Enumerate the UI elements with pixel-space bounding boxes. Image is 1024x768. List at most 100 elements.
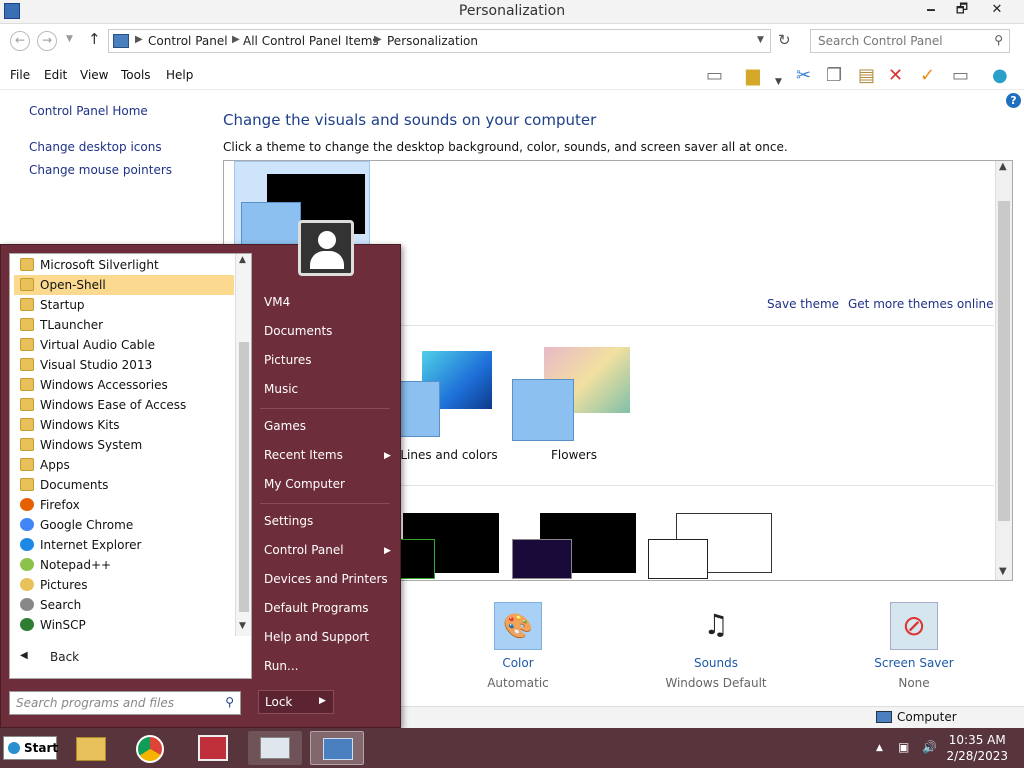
start-user-folder[interactable]: VM4 [264,295,290,309]
checkmark-icon[interactable]: ✓ [920,66,935,86]
media-taskbar-icon[interactable] [186,731,240,765]
help-icon[interactable]: ? [1006,93,1021,108]
start-default-programs[interactable]: Default Programs [264,601,369,615]
up-arrow-icon[interactable]: ↑ [88,30,101,48]
program-item[interactable]: Microsoft Silverlight [14,255,234,275]
recent-pages-icon[interactable]: ▼ [66,34,73,44]
menu-file[interactable]: File [10,68,30,82]
close-button[interactable]: ✕ [980,0,1014,22]
theme-high-contrast-white[interactable] [648,513,778,580]
program-item[interactable]: Windows Kits [14,415,234,435]
sounds-settings-icon[interactable]: ♫ [692,602,740,650]
theme-flowers[interactable] [512,347,642,443]
sounds-settings-link[interactable]: Sounds [676,656,756,670]
program-item[interactable]: Windows Ease of Access [14,395,234,415]
change-mouse-pointers-link[interactable]: Change mouse pointers [29,163,172,177]
delete-icon[interactable]: ✕ [888,66,903,86]
scroll-thumb[interactable] [998,201,1010,521]
menu-tools[interactable]: Tools [121,68,151,82]
volume-icon[interactable]: 🔊 [922,740,937,754]
start-button[interactable]: Start [3,736,58,760]
start-music[interactable]: Music [264,382,298,396]
programs-scrollbar[interactable]: ▲ ▼ [235,254,251,636]
program-item[interactable]: Internet Explorer [14,535,234,555]
program-item[interactable]: Pictures [14,575,234,595]
clock[interactable]: 10:35 AM 2/28/2023 [946,732,1008,764]
scroll-down-icon[interactable]: ▼ [239,621,246,631]
show-hidden-icons[interactable]: ▲ [876,743,883,753]
minimize-button[interactable]: 🗕 [914,0,948,22]
program-item[interactable]: WinSCP [14,615,234,635]
scroll-up-icon[interactable]: ▲ [239,255,246,265]
address-bar[interactable]: ▶ Control Panel ▶ All Control Panel Item… [108,29,771,53]
menu-help[interactable]: Help [166,68,193,82]
scroll-thumb[interactable] [239,342,249,612]
color-settings-icon[interactable]: 🎨 [494,602,542,650]
network-icon[interactable]: ▣ [898,740,909,754]
program-item[interactable]: Documents [14,475,234,495]
program-item[interactable]: TLauncher [14,315,234,335]
file-explorer-taskbar-icon[interactable] [64,731,118,765]
start-documents[interactable]: Documents [264,324,332,338]
start-control-panel[interactable]: Control Panel [264,543,344,557]
menu-view[interactable]: View [80,68,108,82]
program-item[interactable]: Search [14,595,234,615]
chrome-taskbar-icon[interactable] [124,731,178,765]
start-games[interactable]: Games [264,419,306,433]
chevron-down-icon[interactable]: ▼ [775,72,782,92]
properties-icon[interactable]: ▭ [952,66,969,86]
theme-high-contrast-2[interactable] [512,513,642,580]
paste-icon[interactable]: ▤ [858,66,875,86]
preview-pane-icon[interactable]: ▭ [706,66,723,86]
start-run[interactable]: Run... [264,659,298,673]
program-item[interactable]: Google Chrome [14,515,234,535]
program-item[interactable]: Notepad++ [14,555,234,575]
copy-icon[interactable]: ❐ [826,66,842,86]
start-my-computer[interactable]: My Computer [264,477,345,491]
screen-saver-icon[interactable]: ⊘ [890,602,938,650]
start-pictures[interactable]: Pictures [264,353,312,367]
breadcrumb-all-items[interactable]: All Control Panel Items [243,34,379,48]
globe-icon[interactable]: ● [992,66,1008,86]
program-item[interactable]: Windows Accessories [14,375,234,395]
theme-high-contrast-1[interactable] [399,513,499,580]
search-programs-input[interactable]: Search programs and files ⚲ [9,691,241,715]
start-devices-printers[interactable]: Devices and Printers [264,572,388,586]
program-item[interactable]: Startup [14,295,234,315]
program-item[interactable]: Open-Shell [14,275,234,295]
cut-icon[interactable]: ✂ [796,66,811,86]
chevron-down-icon[interactable]: ▼ [757,35,764,45]
task-manager-taskbar-icon[interactable] [248,731,302,765]
screen-saver-link[interactable]: Screen Saver [864,656,964,670]
program-item[interactable]: Apps [14,455,234,475]
programs-list[interactable]: Microsoft Silverlight Open-Shell Startup TL… [10,254,236,636]
search-icon[interactable]: ⚲ [225,695,234,709]
breadcrumb-control-panel[interactable]: Control Panel [148,34,228,48]
forward-nav-button[interactable]: → [37,31,57,51]
folder-options-icon[interactable]: ▆ [746,66,760,86]
search-input[interactable]: Search Control Panel ⚲ [810,29,1010,53]
get-more-themes-link[interactable]: Get more themes online [848,297,994,311]
program-item[interactable]: Firefox [14,495,234,515]
maximize-button[interactable]: 🗗 [945,0,979,22]
change-desktop-icons-link[interactable]: Change desktop icons [29,140,162,154]
save-theme-link[interactable]: Save theme [767,297,839,311]
back-nav-button[interactable]: ← [10,31,30,51]
refresh-icon[interactable]: ↻ [778,31,791,49]
start-help-support[interactable]: Help and Support [264,630,369,644]
start-settings[interactable]: Settings [264,514,313,528]
control-panel-taskbar-icon[interactable] [310,731,364,765]
color-settings-link[interactable]: Color [478,656,558,670]
control-panel-home-link[interactable]: Control Panel Home [29,104,148,118]
program-item[interactable]: Visual Studio 2013 [14,355,234,375]
scroll-down-icon[interactable]: ▼ [999,566,1007,577]
program-item[interactable]: Virtual Audio Cable [14,335,234,355]
back-button[interactable]: ◀ Back [14,646,244,670]
search-icon[interactable]: ⚲ [994,33,1003,47]
user-avatar[interactable] [298,220,354,276]
program-item[interactable]: Windows System [14,435,234,455]
theme-lines-and-colors[interactable] [394,347,504,437]
breadcrumb-personalization[interactable]: Personalization [387,34,478,48]
menu-edit[interactable]: Edit [44,68,67,82]
theme-scrollbar[interactable]: ▲ ▼ [995,161,1012,580]
